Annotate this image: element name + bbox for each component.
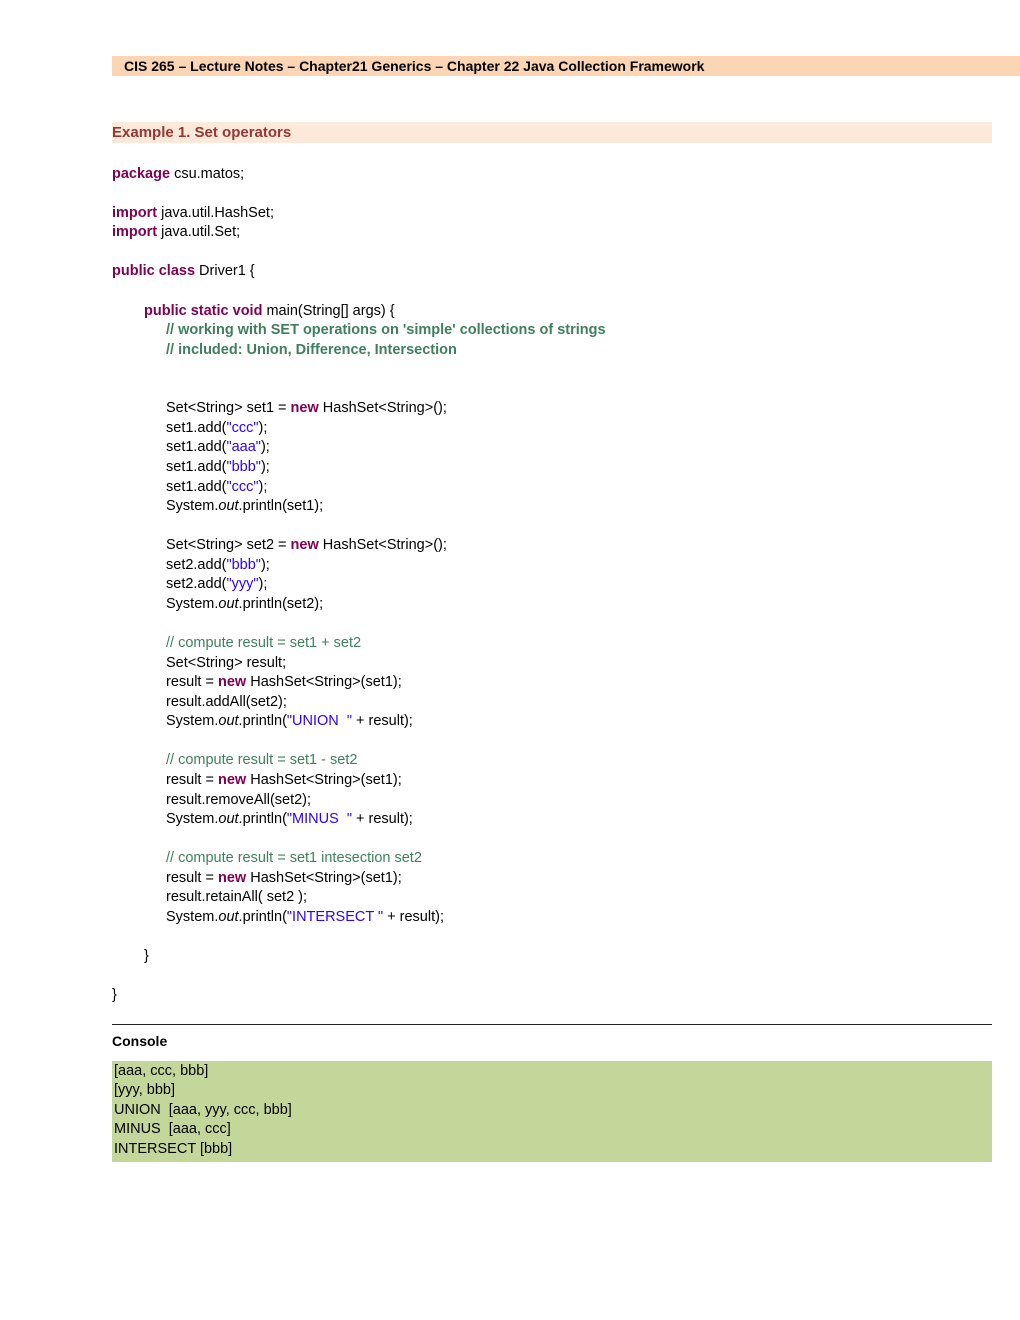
code-text: HashSet<String>(set1); — [246, 674, 402, 690]
page-header: CIS 265 – Lecture Notes – Chapter21 Gene… — [112, 56, 1020, 76]
keyword-new: new — [218, 674, 246, 690]
code-text: result.addAll(set2); — [166, 694, 287, 710]
code-text: ); — [261, 439, 270, 455]
code-text: set1.add( — [166, 459, 226, 475]
code-text: + result); — [383, 909, 444, 925]
code-text: .println( — [239, 909, 287, 925]
code-text: ); — [259, 420, 268, 436]
keyword-import: import — [112, 224, 157, 240]
code-text: System. — [166, 909, 218, 925]
code-text: ); — [259, 479, 268, 495]
keyword-package: package — [112, 166, 170, 182]
page: CIS 265 – Lecture Notes – Chapter21 Gene… — [0, 0, 1020, 1222]
keyword-import: import — [112, 205, 157, 221]
code-text: result = — [166, 674, 218, 690]
console-line: MINUS [aaa, ccc] — [114, 1121, 231, 1137]
string-literal: "MINUS " — [287, 811, 352, 827]
string-literal: "ccc" — [226, 479, 258, 495]
code-text: Set<String> set2 = — [166, 537, 291, 553]
code-text: java.util.Set; — [157, 224, 240, 240]
code-text: System. — [166, 713, 218, 729]
code-text: set2.add( — [166, 576, 226, 592]
code-text: result = — [166, 772, 218, 788]
code-text: Set<String> result; — [166, 655, 286, 671]
comment: // included: Union, Difference, Intersec… — [166, 342, 457, 358]
keyword-new: new — [218, 870, 246, 886]
keyword-new: new — [218, 772, 246, 788]
field-out: out — [218, 596, 238, 612]
code-text: Driver1 { — [195, 263, 255, 279]
console-line: INTERSECT [bbb] — [114, 1141, 232, 1157]
code-text: ); — [261, 557, 270, 573]
string-literal: "INTERSECT " — [287, 909, 383, 925]
code-text: .println( — [239, 811, 287, 827]
code-text: System. — [166, 498, 218, 514]
code-text: result.retainAll( set2 ); — [166, 889, 307, 905]
code-text: HashSet<String>(); — [319, 537, 447, 553]
code-text: .println( — [239, 713, 287, 729]
field-out: out — [218, 811, 238, 827]
content-area: Example 1. Set operators package csu.mat… — [112, 122, 992, 1162]
example-title: Example 1. Set operators — [112, 122, 992, 143]
field-out: out — [218, 498, 238, 514]
code-text: System. — [166, 811, 218, 827]
comment: // compute result = set1 intesection set… — [166, 850, 422, 866]
console-output: [aaa, ccc, bbb] [yyy, bbb] UNION [aaa, y… — [112, 1061, 992, 1162]
code-text: System. — [166, 596, 218, 612]
code-text: set1.add( — [166, 479, 226, 495]
field-out: out — [218, 909, 238, 925]
console-line: [aaa, ccc, bbb] — [114, 1063, 208, 1079]
code-text: set1.add( — [166, 439, 226, 455]
field-out: out — [218, 713, 238, 729]
keyword-public-class: public class — [112, 263, 195, 279]
code-text: ); — [261, 459, 270, 475]
code-text: set2.add( — [166, 557, 226, 573]
code-text: .println(set2); — [239, 596, 324, 612]
comment: // compute result = set1 + set2 — [166, 635, 361, 651]
keyword-psvm: public static void — [144, 303, 262, 319]
comment: // compute result = set1 - set2 — [166, 752, 357, 768]
code-text: } — [144, 948, 149, 964]
code-text: result.removeAll(set2); — [166, 792, 311, 808]
code-text: ); — [259, 576, 268, 592]
string-literal: "bbb" — [226, 459, 261, 475]
code-text: java.util.HashSet; — [157, 205, 274, 221]
code-text: main(String[] args) { — [262, 303, 394, 319]
code-text: + result); — [352, 811, 413, 827]
code-text: HashSet<String>(); — [319, 400, 447, 416]
console-line: UNION [aaa, yyy, ccc, bbb] — [114, 1102, 292, 1118]
code-text: HashSet<String>(set1); — [246, 870, 402, 886]
code-block: package csu.matos; import java.util.Hash… — [112, 145, 992, 1006]
code-text: HashSet<String>(set1); — [246, 772, 402, 788]
code-text: Set<String> set1 = — [166, 400, 291, 416]
console-line: [yyy, bbb] — [114, 1082, 175, 1098]
string-literal: "aaa" — [226, 439, 261, 455]
code-text: + result); — [352, 713, 413, 729]
code-text: } — [112, 987, 117, 1003]
code-text: set1.add( — [166, 420, 226, 436]
console-label: Console — [112, 1033, 992, 1049]
string-literal: "UNION " — [287, 713, 352, 729]
string-literal: "ccc" — [226, 420, 258, 436]
divider — [112, 1024, 992, 1025]
code-text: csu.matos; — [170, 166, 244, 182]
code-text: result = — [166, 870, 218, 886]
keyword-new: new — [291, 537, 319, 553]
keyword-new: new — [291, 400, 319, 416]
string-literal: "bbb" — [226, 557, 261, 573]
code-text: .println(set1); — [239, 498, 324, 514]
comment: // working with SET operations on 'simpl… — [166, 322, 606, 338]
string-literal: "yyy" — [226, 576, 258, 592]
